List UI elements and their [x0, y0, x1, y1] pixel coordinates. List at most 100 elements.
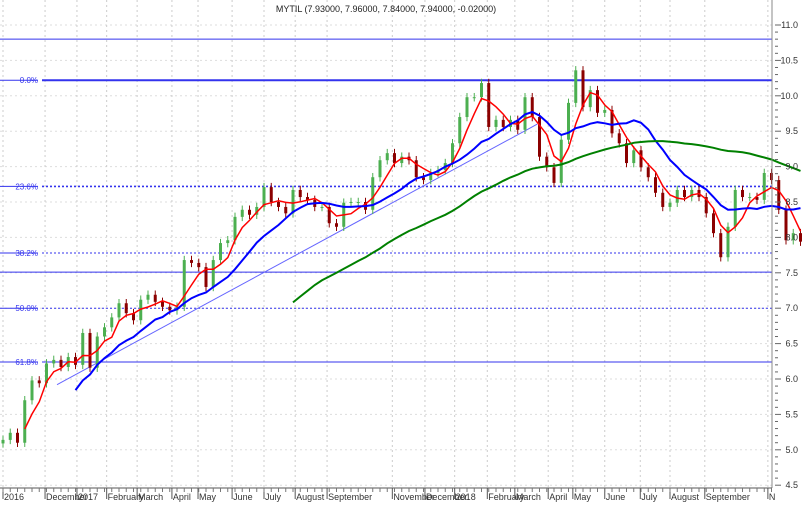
candle-down — [646, 167, 650, 178]
candle-down — [530, 97, 534, 118]
candle-up — [211, 260, 215, 287]
candle-down — [161, 301, 164, 307]
candle-up — [480, 83, 483, 98]
candle-up — [146, 294, 150, 300]
candle-up — [240, 209, 244, 217]
candle-up — [291, 189, 295, 214]
candle-up — [103, 327, 106, 337]
candle-down — [487, 83, 491, 127]
candle-down — [501, 119, 505, 127]
candle-down — [661, 192, 665, 207]
candle-up — [219, 243, 222, 261]
stock-chart: 0.0% 23.6% 38.2% 50.0% 61.8% 4.5 5.0 5.5 6.0 6.5… — [0, 0, 802, 502]
x-tick-label: 2018 — [456, 492, 476, 502]
fibonacci-lines: 0.0% 23.6% 38.2% 50.0% 61.8% — [0, 38, 772, 386]
y-tick-label: 10.5 — [780, 55, 798, 65]
candle-down — [16, 432, 19, 443]
y-tick-label: 9.0 — [785, 162, 798, 172]
y-tick-label: 5.5 — [785, 409, 798, 419]
y-tick-label: 10.0 — [780, 91, 798, 101]
x-tick-label: N — [769, 492, 776, 502]
candle-down — [617, 133, 621, 144]
fib-level-label: 23.6% — [15, 182, 38, 191]
x-tick-label: April — [549, 492, 567, 502]
candle-down — [596, 90, 599, 113]
x-tick-label: June — [233, 492, 253, 502]
candle-up — [1, 439, 5, 444]
candle-up — [668, 202, 672, 207]
candle-down — [269, 187, 273, 202]
candle-down — [284, 206, 288, 214]
candle-down — [552, 167, 556, 183]
candle-up — [233, 216, 237, 241]
x-tick-label: March — [138, 492, 163, 502]
candle-down — [712, 213, 715, 234]
y-tick-label: 7.0 — [785, 303, 798, 313]
x-tick-label: September — [328, 492, 372, 502]
y-tick-label: 8.5 — [785, 197, 798, 207]
fib-level-label: 38.2% — [15, 249, 38, 258]
trendline — [56, 123, 538, 386]
x-tick-label: June — [606, 492, 626, 502]
y-axis: 4.5 5.0 5.5 6.0 6.5 7.0 7.5 8.0 8.5 9.0 9.5 10.0 10.… — [771, 0, 798, 490]
x-axis: 2016 December2017 FebruaryMarch April May Jun… — [0, 487, 776, 502]
candle-down — [197, 262, 201, 268]
candle-up — [385, 153, 389, 161]
candle-up — [378, 160, 382, 178]
fib-level-label: 61.8% — [15, 358, 38, 367]
y-tick-label: 6.0 — [785, 374, 798, 384]
y-tick-label: 7.5 — [785, 268, 798, 278]
candle-down — [88, 332, 92, 368]
candle-up — [182, 260, 186, 307]
x-tick-label: July — [641, 492, 658, 502]
candle-up — [320, 206, 324, 208]
candle-down — [741, 189, 744, 198]
y-tick-label: 8.0 — [785, 232, 798, 242]
candle-down — [799, 233, 802, 242]
candle-up — [632, 150, 636, 164]
x-tick-label: July — [265, 492, 282, 502]
candle-down — [335, 223, 338, 227]
candle-up — [110, 317, 114, 328]
candle-up — [567, 102, 570, 140]
candle-down — [153, 294, 157, 302]
x-tick-label: May — [574, 492, 592, 502]
candle-down — [298, 189, 302, 198]
candle-down — [581, 70, 585, 108]
candle-down — [168, 306, 172, 311]
candle-up — [494, 119, 498, 127]
candle-up — [748, 197, 752, 199]
x-tick-label: September — [706, 492, 750, 502]
candle-up — [356, 202, 360, 203]
candle-down — [37, 380, 41, 384]
y-tick-label: 11.0 — [781, 20, 798, 30]
x-tick-label: August — [296, 492, 325, 502]
candle-up — [603, 109, 607, 113]
candle-up — [472, 97, 476, 99]
candle-down — [719, 233, 723, 258]
candle-up — [574, 70, 578, 103]
candle-up — [762, 172, 766, 200]
candle-down — [393, 153, 396, 164]
ma-mid-line — [74, 110, 801, 391]
x-tick-label: April — [173, 492, 191, 502]
y-tick-label: 6.5 — [785, 339, 798, 349]
candles — [1, 66, 802, 448]
candle-up — [30, 380, 34, 401]
y-tick-label: 9.5 — [785, 126, 798, 136]
fib-level-label: 0.0% — [20, 76, 38, 85]
candle-up — [117, 303, 121, 318]
candle-down — [625, 143, 628, 164]
candle-up — [349, 202, 353, 203]
moving-averages — [24, 91, 802, 430]
candle-down — [248, 209, 251, 215]
candle-down — [190, 260, 193, 263]
y-tick-label: 4.5 — [785, 480, 798, 490]
candle-down — [639, 150, 643, 168]
chart-title: MYTIL (7.93000, 7.96000, 7.84000, 7.9400… — [275, 4, 497, 14]
candle-up — [81, 332, 85, 365]
candle-up — [465, 97, 469, 118]
candle-up — [675, 189, 679, 203]
candle-down — [124, 303, 128, 314]
candle-down — [277, 202, 280, 207]
